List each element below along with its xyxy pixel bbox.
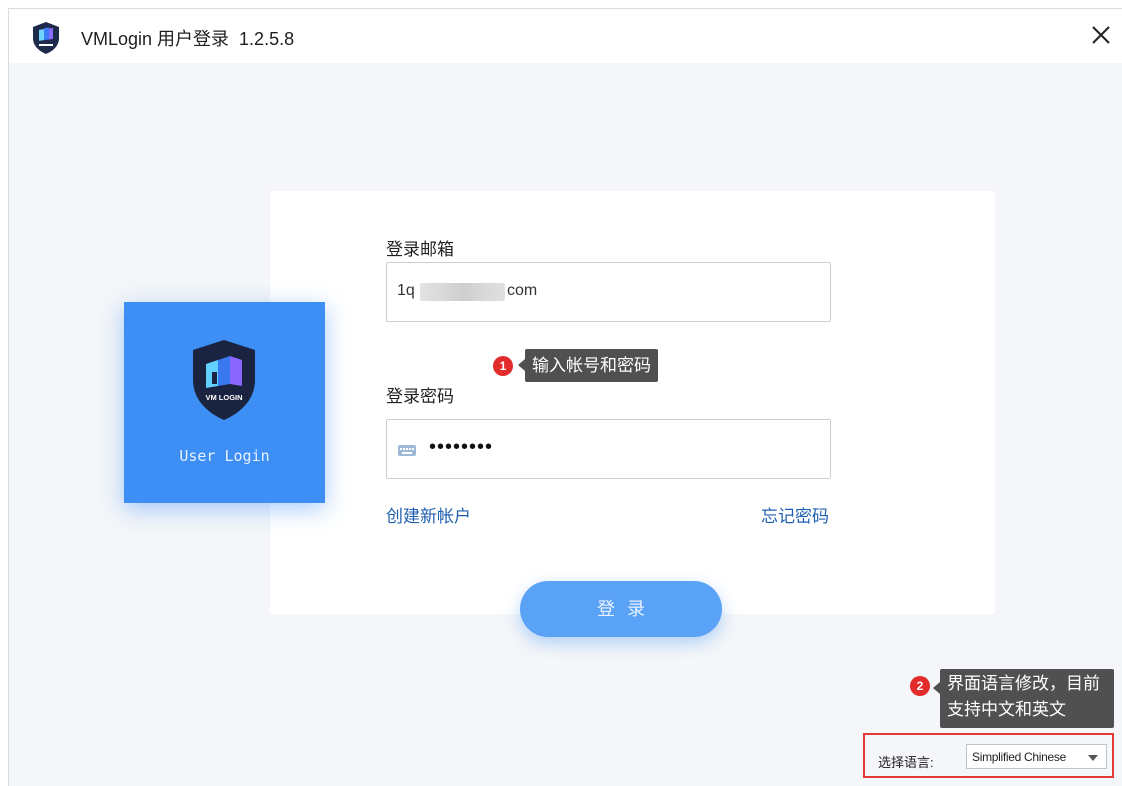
tooltip-arrow (933, 682, 940, 694)
title-bar: VMLogin 用户登录 1.2.5.8 (9, 9, 1122, 63)
password-field[interactable]: •••••••• (386, 419, 831, 479)
email-value: 1q (397, 282, 415, 299)
keyboard-icon (398, 445, 416, 456)
language-select[interactable]: Simplified Chinese (966, 744, 1107, 769)
tooltip-line: 支持中文和英文 (947, 700, 1066, 719)
email-redaction (420, 283, 505, 301)
annotation-badge-2: 2 (910, 676, 930, 696)
window-title: VMLogin 用户登录 1.2.5.8 (81, 29, 295, 49)
forgot-password-link[interactable]: 忘记密码 (761, 502, 829, 527)
login-card (270, 191, 995, 614)
create-account-link[interactable]: 创建新帐户 (386, 502, 471, 527)
email-value-suffix: com (507, 282, 538, 299)
svg-text:VM LOGIN: VM LOGIN (205, 393, 242, 402)
annotation-tooltip-2: 界面语言修改，目前 支持中文和英文 (940, 669, 1114, 728)
app-shield-icon (33, 22, 59, 54)
annotation-tooltip-1: 输入帐号和密码 (525, 349, 658, 382)
email-field[interactable]: 1q com (386, 262, 831, 322)
language-selected-value: Simplified Chinese (972, 750, 1066, 764)
close-icon[interactable] (1087, 21, 1115, 49)
language-selector-area: 选择语言: Simplified Chinese (863, 733, 1114, 778)
tooltip-line: 界面语言修改，目前 (947, 674, 1100, 693)
password-label: 登录密码 (386, 387, 454, 406)
vmlogin-logo-icon: VM LOGIN (193, 340, 255, 420)
user-login-badge: VM LOGIN User Login (124, 302, 325, 503)
annotation-badge-1: 1 (493, 356, 513, 376)
badge-label: User Login (179, 447, 270, 465)
chevron-down-icon (1088, 755, 1098, 761)
password-value: •••••••• (429, 436, 494, 458)
email-label: 登录邮箱 (386, 240, 454, 259)
language-label: 选择语言: (878, 755, 934, 770)
login-button[interactable]: 登录 (520, 581, 722, 637)
tooltip-arrow (518, 359, 525, 371)
